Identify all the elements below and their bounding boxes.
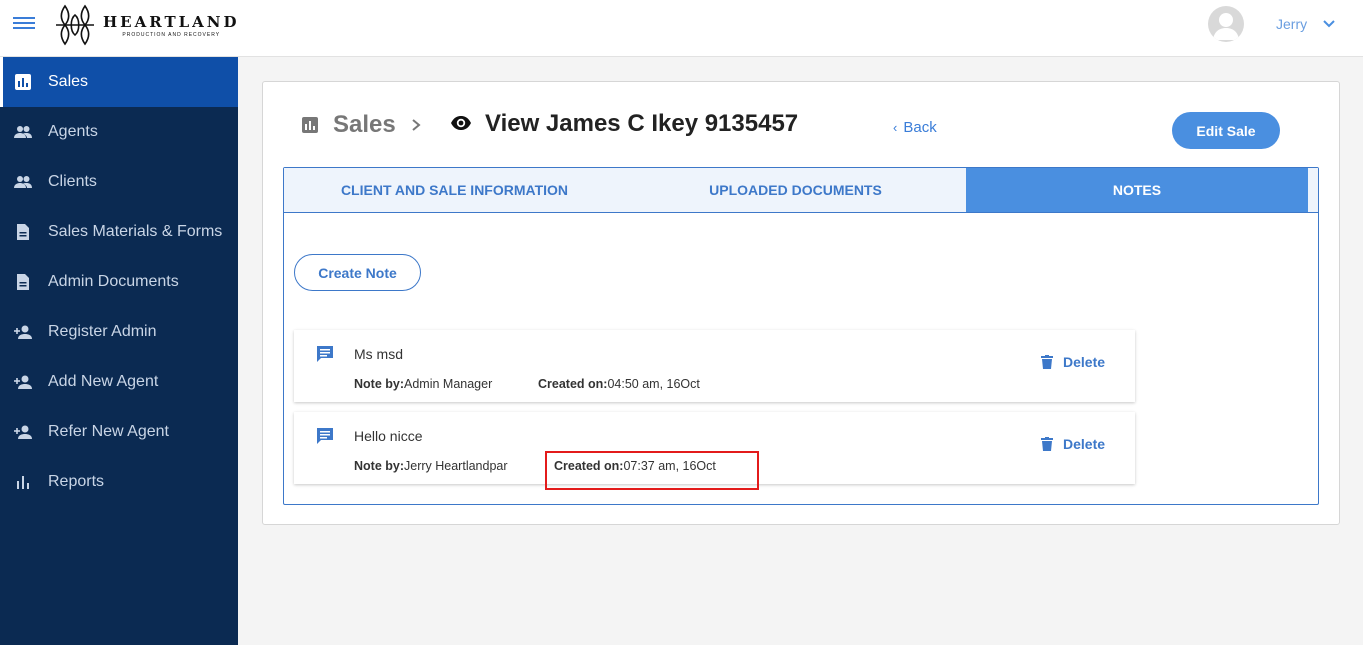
sidebar-item-label: Refer New Agent [48,423,169,440]
logo-tagline: PRODUCTION AND RECOVERY [122,31,221,38]
sidebar: Sales Agents Clients Sales Materials & F… [0,57,238,645]
breadcrumb-sales[interactable]: Sales [333,111,396,139]
trash-icon [1041,437,1053,451]
sidebar-item-label: Sales [48,73,89,90]
tab-notes[interactable]: NOTES [966,168,1308,212]
back-label: Back [903,119,937,136]
tab-client-and-sale-information[interactable]: CLIENT AND SALE INFORMATION [284,168,625,212]
sidebar-item-label: Reports [48,473,105,490]
page-title: View James C Ikey 9135457 [485,110,799,137]
people-icon [14,176,32,188]
user-name[interactable]: Jerry [1276,16,1307,32]
sidebar-item-add-new-agent[interactable]: Add New Agent [0,357,238,407]
delete-label: Delete [1063,354,1106,370]
note-text: Ms msd [354,346,403,362]
sidebar-item-label: Add New Agent [48,373,159,390]
back-link[interactable]: ‹ Back [893,119,937,136]
edit-sale-button[interactable]: Edit Sale [1172,112,1280,149]
trash-icon [1041,355,1053,369]
document-icon [17,224,29,240]
note-text: Hello nicce [354,428,423,444]
sidebar-item-refer-new-agent[interactable]: Refer New Agent [0,407,238,457]
sidebar-item-admin-documents[interactable]: Admin Documents [0,257,238,307]
bar-chart-icon [302,117,318,133]
document-icon [17,274,29,290]
sidebar-item-clients[interactable]: Clients [0,157,238,207]
tab-panel: CLIENT AND SALE INFORMATION UPLOADED DOC… [283,167,1319,505]
sidebar-item-label: Sales Materials & Forms [48,223,223,240]
note-author: Note by:Admin Manager [354,377,493,391]
chevron-down-icon[interactable] [1322,17,1336,31]
sidebar-item-label: Register Admin [48,323,157,340]
comment-icon [317,428,333,444]
sidebar-item-label: Admin Documents [48,273,179,290]
sidebar-item-agents[interactable]: Agents [0,107,238,157]
tab-uploaded-documents[interactable]: UPLOADED DOCUMENTS [625,168,966,212]
sidebar-item-label: Clients [48,173,97,190]
logo-name: HEARTLAND [103,12,240,31]
sidebar-item-label: Agents [48,123,98,140]
chevron-right-icon [412,119,421,131]
bar-chart-icon [15,74,31,90]
create-note-button[interactable]: Create Note [294,254,421,291]
delete-note-button[interactable]: Delete [1041,436,1105,452]
person-add-icon [14,325,32,339]
menu-icon[interactable] [13,17,35,31]
sidebar-item-sales[interactable]: Sales [0,57,238,107]
person-silhouette-icon [1213,13,1239,40]
avatar[interactable] [1208,6,1244,42]
delete-label: Delete [1063,436,1106,452]
logo-emblem-icon [56,4,94,46]
note-created-on: Created on:04:50 am, 16Oct [538,377,700,391]
heartland-logo[interactable]: HEARTLAND PRODUCTION AND RECOVERY [53,2,240,48]
bar-chart-icon [17,476,29,489]
people-icon [14,126,32,138]
sidebar-item-reports[interactable]: Reports [0,457,238,507]
comment-icon [317,346,333,362]
tab-bar: CLIENT AND SALE INFORMATION UPLOADED DOC… [284,168,1318,213]
person-add-icon [14,425,32,439]
note-item: Ms msd Note by:Admin Manager Created on:… [294,330,1135,402]
sidebar-item-sales-materials[interactable]: Sales Materials & Forms [0,207,238,257]
chevron-left-icon: ‹ [893,120,898,135]
person-add-icon [14,375,32,389]
top-bar: HEARTLAND PRODUCTION AND RECOVERY Jerry [0,0,1363,57]
note-author: Note by:Jerry Heartlandpar [354,459,508,473]
sidebar-item-register-admin[interactable]: Register Admin [0,307,238,357]
delete-note-button[interactable]: Delete [1041,354,1105,370]
sale-detail-card: Sales View James C Ikey 9135457 ‹ Back Ed… [262,81,1340,525]
eye-icon [451,116,471,130]
annotation-highlight-box [545,451,759,490]
